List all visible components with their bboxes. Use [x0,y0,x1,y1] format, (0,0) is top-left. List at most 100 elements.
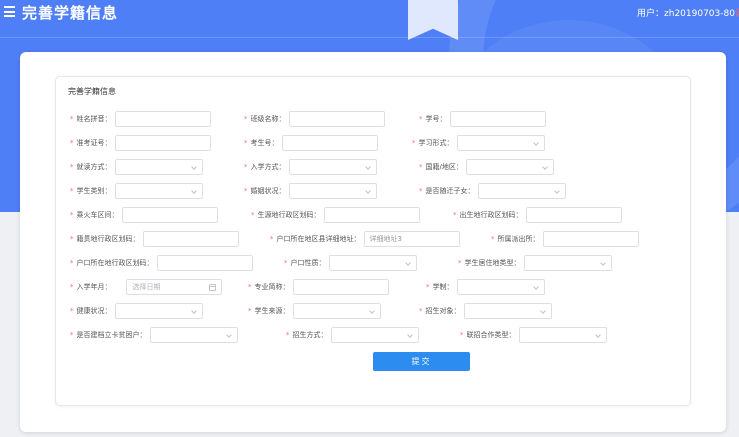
admission-ticket-label: 准考证号： [76,139,112,147]
field-name-pinyin: * 姓名拼音： [70,111,211,127]
user-prefix: 用户： [637,9,665,19]
header-divider [0,37,739,38]
field-birth-region: * 出生地行政区划码： [453,207,622,223]
chevron-down-icon [532,284,539,290]
student-no-input[interactable] [449,111,546,127]
field-origin-region: * 生源地行政区划码： [251,207,420,223]
content-panel: 完善学籍信息 * 姓名拼音： * 班级名称： * 学号： * 准考证号： * 考生号： *… [20,52,726,432]
field-health-status: * 健康状况： [70,303,203,319]
field-hukou-type: * 户口性质： [284,255,417,271]
user-info: 用户：zh20190703-80退出 [637,6,739,19]
birth-region-input[interactable] [525,207,622,223]
police-station-label: 所属派出所： [497,235,540,243]
health-status-label: 健康状况： [76,307,112,315]
enroll-method2-select[interactable] [330,327,419,343]
chevron-down-icon [532,140,539,146]
field-joint-type: * 联招合作类型： [460,327,607,343]
candidate-no-input[interactable] [281,135,378,151]
nationality-label: 国籍/地区： [425,163,463,171]
field-hukou-region: * 户口所在地行政区划码： [70,255,253,271]
joint-type-select[interactable] [518,327,607,343]
field-train-station: * 乘火车区间： [70,207,218,223]
field-candidate-no: * 考生号： [244,135,378,151]
chevron-down-icon [404,260,411,266]
origin-region-label: 生源地行政区划码： [257,211,321,219]
chevron-down-icon [406,332,413,338]
chevron-down-icon [190,164,197,170]
chevron-down-icon [542,164,548,170]
residence-type-select[interactable] [523,255,612,271]
health-status-select[interactable] [114,303,203,319]
chevron-down-icon [553,188,560,194]
field-migrant-child: * 是否随迁子女： [419,183,566,199]
school-system-label: 学制： [432,283,454,291]
hukou-region-label: 户口所在地行政区划码： [76,259,154,267]
hukou-type-select[interactable] [328,255,417,271]
police-station-input[interactable] [542,231,639,247]
native-region-input[interactable] [142,231,239,247]
submit-button[interactable]: 提交 [373,352,470,371]
enroll-date-picker[interactable]: 选择日期 [125,279,222,295]
study-mode-label: 就读方式： [76,163,112,171]
hukou-region-input[interactable] [156,255,253,271]
enroll-method-label: 入学方式： [250,163,286,171]
form-title: 完善学籍信息 [68,87,116,96]
field-hukou-address: * 户口所在地区县详细地址： 详细地址3 [270,231,460,247]
field-student-source: * 学生来源： [248,303,381,319]
marital-status-select[interactable] [288,183,377,199]
student-category-select[interactable] [114,183,203,199]
enroll-date-placeholder: 选择日期 [132,283,161,291]
marital-status-label: 婚姻状况： [250,187,286,195]
hamburger-menu-icon[interactable] [4,6,15,17]
chevron-down-icon [599,260,606,266]
joint-type-label: 联招合作类型： [466,331,516,339]
migrant-child-select[interactable] [477,183,566,199]
enroll-date-label: 入学年月： [76,283,112,291]
field-native-region: * 籍贯地行政区划码： [70,231,239,247]
admission-ticket-input[interactable] [114,135,211,151]
page-title: 完善学籍信息 [22,4,119,22]
train-station-input[interactable] [121,207,218,223]
field-enroll-method2: * 招生方式： [286,327,419,343]
name-pinyin-input[interactable] [114,111,211,127]
bookmark-ribbon-icon [408,0,458,40]
study-form-label: 学习形式： [418,139,454,147]
chevron-down-icon [225,332,232,338]
field-police-station: * 所属派出所： [491,231,639,247]
field-study-form: * 学习形式： [412,135,545,151]
field-admission-ticket: * 准考证号： [70,135,211,151]
logout-link[interactable]: 退出 [735,9,739,19]
username: zh20190703-80 [664,9,735,19]
origin-region-input[interactable] [323,207,420,223]
field-study-mode: * 就读方式： [70,159,203,175]
residence-type-label: 学生居住地类型： [464,259,521,267]
name-pinyin-label: 姓名拼音： [76,115,112,123]
chevron-down-icon [364,164,371,170]
chevron-down-icon [539,308,546,314]
field-class-name: * 班级名称： [244,111,385,127]
field-marital-status: * 婚姻状况： [244,183,377,199]
school-system-select[interactable] [456,279,545,295]
student-source-label: 学生来源： [254,307,290,315]
train-station-label: 乘火车区间： [76,211,119,219]
candidate-no-label: 考生号： [250,139,279,147]
enroll-target-label: 招生对象： [425,307,461,315]
enroll-method-select[interactable] [288,159,377,175]
nationality-select[interactable] [465,159,554,175]
class-name-label: 班级名称： [250,115,286,123]
chevron-down-icon [594,332,601,338]
study-form-select[interactable] [456,135,545,151]
major-short-input[interactable] [292,279,389,295]
field-enroll-date: * 入学年月： 选择日期 [70,279,222,295]
field-residence-type: * 学生居住地类型： [458,255,612,271]
study-mode-select[interactable] [114,159,203,175]
poor-household-select[interactable] [149,327,238,343]
student-info-form: 完善学籍信息 * 姓名拼音： * 班级名称： * 学号： * 准考证号： * 考生号： *… [55,76,691,406]
enroll-target-select[interactable] [463,303,552,319]
major-short-label: 专业简称： [254,283,290,291]
hukou-address-input[interactable]: 详细地址3 [363,231,460,247]
class-name-input[interactable] [288,111,385,127]
student-category-label: 学生类别： [76,187,112,195]
chevron-down-icon [190,308,197,314]
student-source-select[interactable] [292,303,381,319]
